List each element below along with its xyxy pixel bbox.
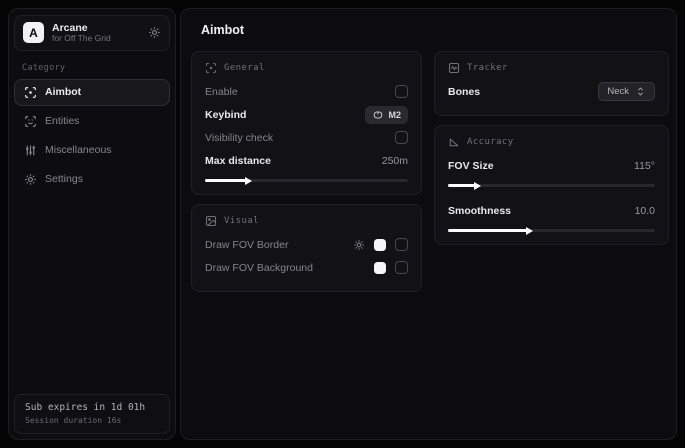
card-header-label: General [224,63,265,73]
enable-checkbox[interactable] [395,85,408,98]
max-distance-label: Max distance [205,155,271,167]
sidebar: A Arcane for Off The Grid Category Aimbo… [8,8,176,440]
keybind-value: M2 [389,110,402,120]
activity-box-icon [448,62,460,74]
crosshair-scan-icon [24,86,37,99]
enable-label: Enable [205,86,238,98]
gear-icon[interactable] [353,239,365,251]
fov-border-row: Draw FOV Border [205,233,408,256]
fov-border-label: Draw FOV Border [205,239,288,251]
accuracy-card: Accuracy FOV Size 115° Smoothness 10.0 [434,125,669,245]
keybind-row: Keybind M2 [205,103,408,126]
bones-select[interactable]: Neck [598,82,655,101]
category-label: Category [22,63,175,73]
visibility-check-label: Visibility check [205,132,273,144]
fov-size-value: 115° [634,160,655,172]
sidebar-item-aimbot[interactable]: Aimbot [14,79,170,106]
gear-icon[interactable] [148,26,161,39]
fov-size-row: FOV Size 115° [448,154,655,177]
fov-background-label: Draw FOV Background [205,262,313,274]
fov-size-slider[interactable] [448,184,655,187]
fov-background-checkbox[interactable] [395,261,408,274]
sidebar-item-settings[interactable]: Settings [14,166,170,193]
fov-background-row: Draw FOV Background [205,256,408,279]
general-card: General Enable Keybind [191,51,422,195]
app-logo: A [23,22,44,43]
crosshair-scan-icon [205,62,217,74]
sidebar-item-label: Miscellaneous [45,144,112,156]
visibility-check-checkbox[interactable] [395,131,408,144]
sidebar-item-entities[interactable]: Entities [14,108,170,135]
scan-face-icon [24,115,37,128]
visibility-check-row: Visibility check [205,126,408,149]
sliders-icon [24,144,37,157]
smoothness-label: Smoothness [448,205,511,217]
slider-thumb[interactable] [474,182,481,190]
bones-value: Neck [607,86,629,97]
card-header-label: Accuracy [467,137,514,147]
keybind-button[interactable]: M2 [365,106,409,124]
app-header: A Arcane for Off The Grid [14,15,170,51]
subscription-status: Sub expires in 1d 01h Session duration 1… [14,394,170,434]
card-header-label: Visual [224,216,259,226]
fov-size-label: FOV Size [448,160,494,172]
main-content: Aimbot General Enable [180,8,677,440]
enable-row: Enable [205,80,408,103]
tracker-card: Tracker Bones Neck [434,51,669,116]
page-title: Aimbot [181,9,676,37]
triangle-ruler-icon [448,136,460,148]
fov-border-color-swatch[interactable] [374,239,386,251]
sub-expiry-text: Sub expires in 1d 01h [25,402,159,413]
bones-row: Bones Neck [448,80,655,103]
visual-card: Visual Draw FOV Border [191,204,422,292]
keybind-label: Keybind [205,109,246,121]
chevrons-up-down-icon [635,86,646,97]
smoothness-slider[interactable] [448,229,655,232]
sidebar-item-label: Entities [45,115,79,127]
app-subtitle: for Off The Grid [52,34,140,44]
fov-border-checkbox[interactable] [395,238,408,251]
session-duration-text: Session duration 16s [25,416,159,425]
sidebar-nav: Aimbot Entities Miscellaneous [9,79,175,193]
sidebar-item-label: Aimbot [45,86,81,98]
bones-label: Bones [448,86,480,98]
max-distance-value: 250m [382,155,408,167]
slider-thumb[interactable] [526,227,533,235]
max-distance-slider[interactable] [205,179,408,182]
gear-icon [24,173,37,186]
sidebar-item-label: Settings [45,173,83,185]
smoothness-row: Smoothness 10.0 [448,199,655,222]
mouse-icon [372,109,384,121]
fov-background-color-swatch[interactable] [374,262,386,274]
smoothness-value: 10.0 [635,205,655,217]
sidebar-item-miscellaneous[interactable]: Miscellaneous [14,137,170,164]
max-distance-row: Max distance 250m [205,149,408,172]
image-icon [205,215,217,227]
card-header-label: Tracker [467,63,508,73]
slider-thumb[interactable] [245,177,252,185]
